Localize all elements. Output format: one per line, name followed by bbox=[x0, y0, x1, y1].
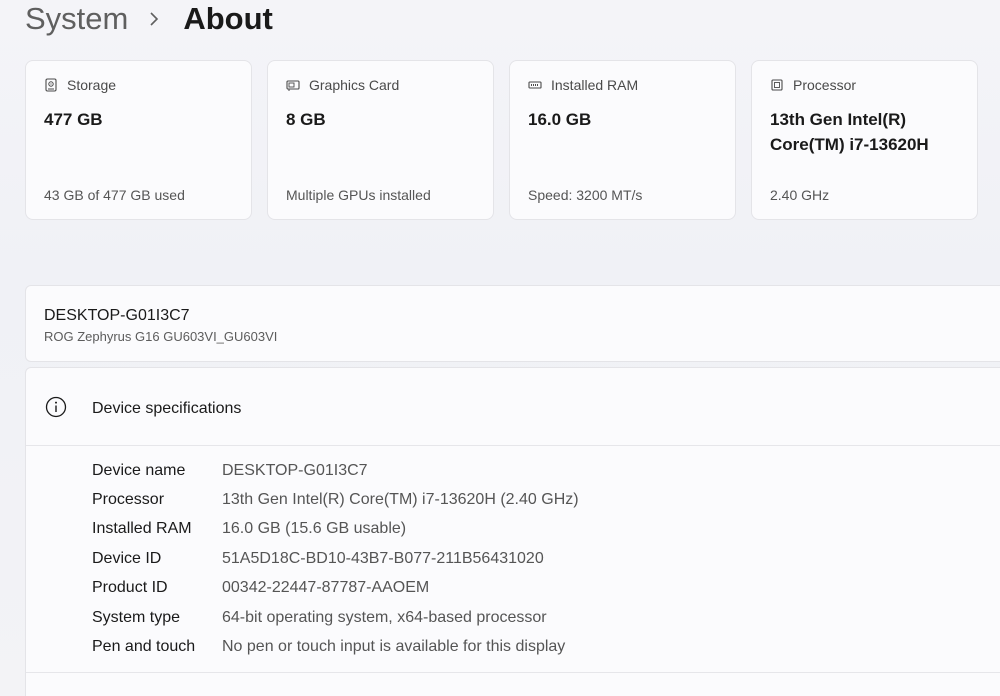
card-header: Storage bbox=[44, 77, 116, 93]
card-label: Storage bbox=[67, 77, 117, 93]
graphics-card[interactable]: Graphics Card 8 GB Multiple GPUs install… bbox=[267, 60, 494, 220]
breadcrumb-system-link[interactable]: System bbox=[25, 0, 128, 38]
spec-label: Installed RAM bbox=[92, 520, 192, 538]
processor-card[interactable]: Processor 13th Gen Intel(R) Core(TM) i7-… bbox=[751, 60, 978, 220]
spec-label: Processor bbox=[92, 491, 165, 509]
ram-icon bbox=[528, 78, 542, 92]
card-value: 13th Gen Intel(R) Core(TM) i7-13620H bbox=[770, 110, 929, 154]
card-label: Graphics Card bbox=[309, 77, 400, 93]
spec-label: Device name bbox=[92, 461, 186, 479]
info-icon bbox=[45, 396, 67, 418]
page-title: About bbox=[183, 1, 273, 36]
spec-value: DESKTOP-G01I3C7 bbox=[222, 461, 368, 479]
spec-list: Device name DESKTOP-G01I3C7 Processor 13… bbox=[92, 456, 579, 662]
card-value: 8 GB bbox=[286, 110, 326, 129]
about-page: System About Storage 477 GB 43 GB of 477… bbox=[0, 0, 1000, 696]
spec-row-device-id: Device ID 51A5D18C-BD10-43B7-B077-211B56… bbox=[92, 544, 579, 573]
card-subtext: Speed: 3200 MT/s bbox=[528, 187, 643, 203]
card-header: Processor bbox=[770, 77, 856, 93]
spec-value: 13th Gen Intel(R) Core(TM) i7-13620H (2.… bbox=[222, 491, 579, 509]
spec-label: Pen and touch bbox=[92, 638, 196, 656]
card-header: Installed RAM bbox=[528, 77, 638, 93]
card-label: Processor bbox=[793, 77, 857, 93]
device-name: DESKTOP-G01I3C7 bbox=[44, 307, 190, 324]
card-value: 477 GB bbox=[44, 110, 103, 129]
spec-row-device-name: Device name DESKTOP-G01I3C7 bbox=[92, 456, 579, 485]
breadcrumb: System About bbox=[25, 0, 273, 38]
spec-row-installed-ram: Installed RAM 16.0 GB (15.6 GB usable) bbox=[92, 515, 579, 544]
processor-icon bbox=[770, 78, 784, 92]
card-subtext: 43 GB of 477 GB used bbox=[44, 187, 185, 203]
card-subtext: Multiple GPUs installed bbox=[286, 187, 431, 203]
spec-value: 64-bit operating system, x64-based proce… bbox=[222, 608, 547, 626]
card-label: Installed RAM bbox=[551, 77, 639, 93]
card-header: Graphics Card bbox=[286, 77, 399, 93]
spec-label: System type bbox=[92, 608, 181, 626]
spec-value: 16.0 GB (15.6 GB usable) bbox=[222, 520, 407, 538]
spec-value: No pen or touch input is available for t… bbox=[222, 638, 566, 656]
spec-value: 00342-22447-87787-AAOEM bbox=[222, 579, 430, 597]
spec-row-system-type: System type 64-bit operating system, x64… bbox=[92, 603, 579, 632]
storage-card[interactable]: Storage 477 GB 43 GB of 477 GB used bbox=[25, 60, 252, 220]
device-specifications-header[interactable]: Device specifications bbox=[26, 368, 1000, 446]
ram-card[interactable]: Installed RAM 16.0 GB Speed: 3200 MT/s bbox=[509, 60, 736, 220]
graphics-card-icon bbox=[286, 78, 300, 92]
card-value: 16.0 GB bbox=[528, 110, 592, 129]
device-name-panel[interactable]: DESKTOP-G01I3C7 ROG Zephyrus G16 GU603VI… bbox=[25, 285, 1000, 362]
spec-row-processor: Processor 13th Gen Intel(R) Core(TM) i7-… bbox=[92, 485, 579, 514]
storage-icon bbox=[44, 78, 58, 92]
device-model: ROG Zephyrus G16 GU603VI_GU603VI bbox=[44, 329, 278, 344]
spec-row-product-id: Product ID 00342-22447-87787-AAOEM bbox=[92, 574, 579, 603]
divider bbox=[26, 672, 1000, 673]
spec-label: Device ID bbox=[92, 549, 162, 567]
spec-label: Product ID bbox=[92, 579, 168, 597]
device-specifications-panel: Device specifications Device name DESKTO… bbox=[25, 367, 1000, 696]
summary-cards: Storage 477 GB 43 GB of 477 GB used Grap… bbox=[25, 60, 978, 220]
card-subtext: 2.40 GHz bbox=[770, 187, 830, 203]
spec-value: 51A5D18C-BD10-43B7-B077-211B56431020 bbox=[222, 549, 544, 567]
chevron-right-icon bbox=[140, 0, 170, 38]
spec-row-pen-and-touch: Pen and touch No pen or touch input is a… bbox=[92, 632, 579, 661]
section-title: Device specifications bbox=[92, 400, 242, 417]
